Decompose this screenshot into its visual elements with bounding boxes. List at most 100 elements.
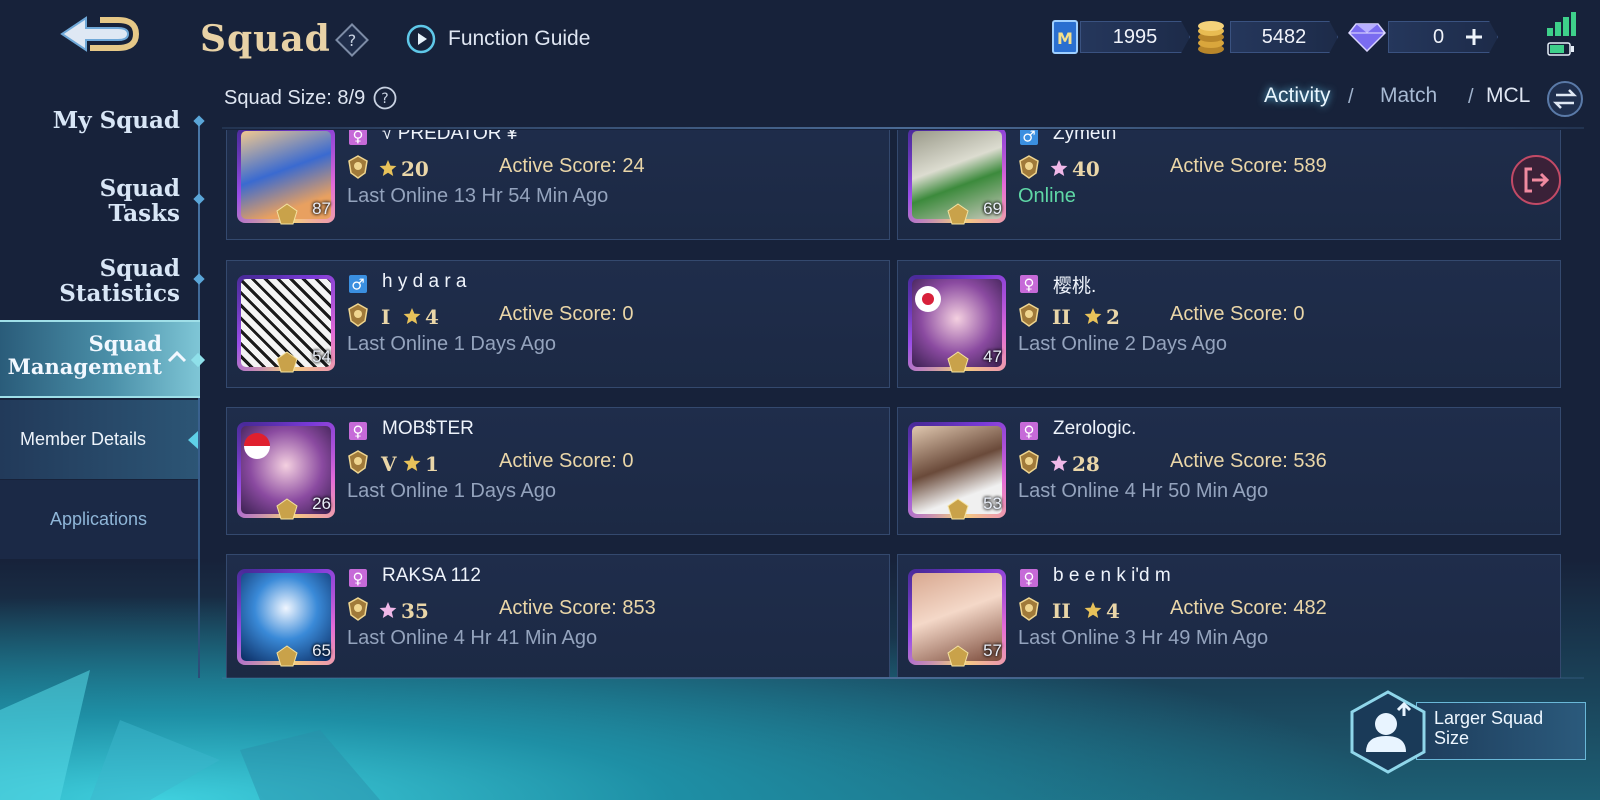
female-gender-icon: ♀ (349, 569, 367, 587)
online-status: Last Online 1 Days Ago (347, 333, 557, 355)
sidebar-item-squad-statistics[interactable]: Squad Statistics (59, 256, 180, 306)
star-icon (379, 160, 397, 176)
member-card[interactable]: 57 ♀ b e e n k i'd m II 4 Active Score: … (897, 554, 1561, 678)
female-gender-icon: ♀ (349, 422, 367, 440)
sidebar-sub-applications[interactable]: Applications (0, 480, 198, 559)
rank-emblem-icon (348, 597, 368, 621)
member-name: √ PREDATOR ¥ (382, 130, 518, 144)
member-card[interactable]: 26 ♀ MOB$TER V 1 Active Score: 0 Last On… (226, 407, 890, 535)
play-circle-icon (406, 24, 436, 54)
divider (222, 127, 1584, 129)
star-icon (1050, 160, 1068, 176)
member-card[interactable]: 87 ♀ √ PREDATOR ¥ 20 Active Score: 24 La… (226, 130, 890, 240)
member-card[interactable]: 47 ♀ 樱桃. II 2 Active Score: 0 Last Onlin… (897, 260, 1561, 388)
member-avatar[interactable]: 53 (908, 422, 1006, 520)
star-count: 35 (401, 599, 429, 623)
member-card[interactable]: 54 ♂ h y d a r a I 4 Active Score: 0 Las… (226, 260, 890, 388)
member-name: Zymeth (1053, 130, 1117, 144)
star-count: 20 (401, 157, 429, 181)
member-name: RAKSA 112 (382, 565, 481, 586)
member-name: 樱桃. (1053, 276, 1097, 297)
chevron-up-icon (167, 350, 187, 363)
diamond-icon (1348, 23, 1386, 52)
member-name: MOB$TER (382, 418, 474, 439)
larger-squad-size-button[interactable]: Larger Squad Size (1346, 688, 1586, 788)
female-gender-icon: ♀ (1020, 275, 1038, 293)
function-guide-button[interactable]: Function Guide (406, 22, 590, 56)
sidebar-item-label: Squad (99, 175, 180, 202)
sidebar-sub-member-details[interactable]: Member Details (0, 400, 198, 479)
member-avatar[interactable]: 87 (237, 130, 335, 225)
divider (222, 677, 1584, 679)
female-gender-icon: ♀ (349, 130, 367, 145)
svg-text:M: M (1057, 29, 1073, 48)
help-icon[interactable]: ? (334, 22, 370, 58)
member-list[interactable]: 87 ♀ √ PREDATOR ¥ 20 Active Score: 24 La… (222, 130, 1584, 678)
member-level: 57 (983, 641, 1002, 660)
back-arrow-icon[interactable] (56, 12, 140, 60)
member-level: 69 (983, 199, 1002, 218)
male-gender-icon: ♂ (349, 275, 367, 293)
member-name: b e e n k i'd m (1053, 565, 1171, 586)
svg-text:♀: ♀ (1024, 276, 1035, 294)
ticket-count: 1995 (1080, 21, 1190, 53)
gold-count: 5482 (1230, 21, 1338, 53)
rank-badge-icon (276, 351, 298, 373)
user-upgrade-icon (1350, 690, 1426, 774)
currency-gold[interactable]: 5482 (1196, 20, 1338, 54)
signal-strength-icon (1547, 12, 1576, 36)
svg-text:♀: ♀ (1024, 423, 1035, 441)
member-name: Zerologic. (1053, 418, 1137, 439)
member-avatar[interactable]: 65 (237, 569, 335, 667)
sidebar-item-my-squad[interactable]: My Squad (53, 108, 180, 133)
tab-activity[interactable]: Activity (1264, 84, 1331, 108)
member-avatar[interactable]: 69 (908, 130, 1006, 225)
member-card[interactable]: 53 ♀ Zerologic. 28 Active Score: 536 Las… (897, 407, 1561, 535)
question-circle-icon[interactable]: ? (373, 86, 397, 110)
rank-emblem-icon (348, 303, 368, 327)
sidebar-item-squad-management[interactable]: Squad Management (0, 320, 200, 398)
rank-badge-icon (947, 351, 969, 373)
sidebar-item-squad-tasks[interactable]: Squad Tasks (100, 176, 180, 226)
tab-mcl[interactable]: MCL (1486, 84, 1530, 108)
rank-tier: II (1052, 305, 1071, 329)
rank-tier: V (381, 452, 397, 476)
member-card[interactable]: 69 ♂ Zymeth 40 Active Score: 589 Online (897, 130, 1561, 240)
member-avatar[interactable]: 47 (908, 275, 1006, 373)
page-title: Squad (200, 18, 331, 60)
currency-diamond[interactable]: 0 (1348, 20, 1498, 54)
online-status: Last Online 1 Days Ago (347, 480, 557, 502)
rank-emblem-icon (1019, 597, 1039, 621)
squad-size-info: Squad Size: 8/9 ? (224, 86, 397, 110)
rank-emblem-icon (1019, 450, 1039, 474)
tab-separator: / (1468, 86, 1474, 108)
leave-squad-icon[interactable] (1510, 154, 1562, 206)
star-count: 1 (425, 452, 439, 476)
member-level: 47 (983, 347, 1002, 366)
svg-text:♀: ♀ (353, 570, 364, 588)
active-score: Active Score: 0 (499, 450, 634, 472)
active-score: Active Score: 536 (1170, 450, 1327, 472)
currency-ticket[interactable]: M 1995 (1052, 20, 1190, 54)
star-icon (1084, 602, 1102, 618)
member-card[interactable]: 65 ♀ RAKSA 112 35 Active Score: 853 Last… (226, 554, 890, 678)
larger-squad-label-line1: Larger Squad (1434, 708, 1544, 728)
indonesia-flag-icon (244, 433, 270, 459)
sidebar-item-label: Squad (88, 331, 162, 356)
battery-icon (1547, 42, 1574, 56)
swap-arrows-icon[interactable] (1546, 80, 1584, 118)
member-avatar[interactable]: 57 (908, 569, 1006, 667)
plus-icon[interactable] (1462, 25, 1486, 49)
online-status: Online (1018, 185, 1076, 207)
svg-text:♀: ♀ (353, 130, 364, 145)
rank-badge-icon (276, 203, 298, 225)
member-avatar[interactable]: 26 (237, 422, 335, 520)
svg-text:♂: ♂ (1022, 130, 1035, 145)
sidebar-item-label: Management (7, 354, 162, 379)
rank-emblem-icon (348, 450, 368, 474)
svg-text:?: ? (348, 31, 357, 50)
caret-left-icon (188, 431, 198, 449)
tab-match[interactable]: Match (1380, 84, 1437, 108)
member-avatar[interactable]: 54 (237, 275, 335, 373)
rank-emblem-icon (348, 155, 368, 179)
